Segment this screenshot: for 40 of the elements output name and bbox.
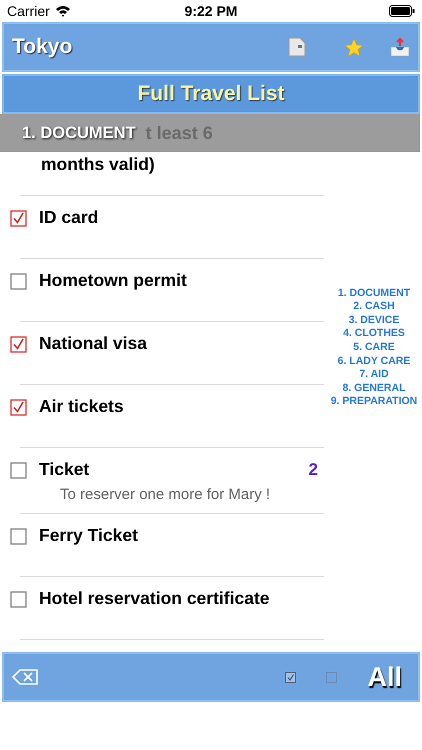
section-index-link[interactable]: 4. CLOTHES (343, 327, 405, 340)
item-label[interactable]: Air tickets (39, 394, 324, 419)
checkbox[interactable] (10, 273, 27, 290)
inbox-tray-icon[interactable] (390, 38, 410, 56)
battery-icon (389, 5, 416, 17)
checked-filter-icon[interactable] (285, 672, 296, 682)
all-button[interactable]: All (367, 662, 402, 692)
clock-time: 9:22 PM (184, 3, 238, 19)
delete-backward-icon[interactable] (12, 669, 38, 685)
section-index-link[interactable]: 2. CASH (353, 300, 395, 312)
section-index-link[interactable]: 6. LADY CARE (338, 354, 410, 367)
item-label[interactable]: ID card (39, 205, 324, 230)
checked-checkbox[interactable] (10, 210, 27, 227)
section-index-link[interactable]: 5. CARE (353, 341, 395, 353)
item-label[interactable]: Hotel reservation certificate (39, 586, 324, 611)
section-header-label: 1. DOCUMENT (22, 124, 136, 142)
section-index-link[interactable]: 9. PREPARATION (330, 395, 418, 408)
nav-title: Tokyo (12, 35, 74, 59)
checked-checkbox[interactable] (10, 399, 27, 416)
list-title: Full Travel List (137, 82, 285, 106)
checkbox[interactable] (10, 591, 27, 608)
item-label[interactable]: Ferry Ticket (39, 523, 324, 548)
item-label[interactable]: Hometown permit (39, 268, 324, 293)
unchecked-filter-icon[interactable] (326, 672, 338, 682)
section-index-link[interactable]: 8. GENERAL (342, 382, 406, 394)
item-count: 2 (308, 460, 318, 480)
item-note: To reserver one more for Mary ! (60, 486, 272, 503)
item-label[interactable]: months valid) (41, 154, 324, 175)
item-label[interactable]: Ticket (39, 457, 297, 482)
checked-checkbox[interactable] (10, 336, 27, 353)
section-index-link[interactable]: 7. AID (359, 368, 389, 380)
section-index-link[interactable]: 1. DOCUMENT (338, 286, 410, 299)
checkbox[interactable] (10, 462, 27, 479)
wifi-icon (54, 5, 71, 17)
checkbox[interactable] (10, 528, 27, 545)
item-label[interactable]: National visa (39, 331, 324, 356)
document-icon[interactable] (288, 37, 306, 57)
carrier-label: Carrier (7, 3, 50, 19)
section-index-link[interactable]: 3. DEVICE (348, 314, 400, 326)
star-icon[interactable] (344, 38, 364, 56)
